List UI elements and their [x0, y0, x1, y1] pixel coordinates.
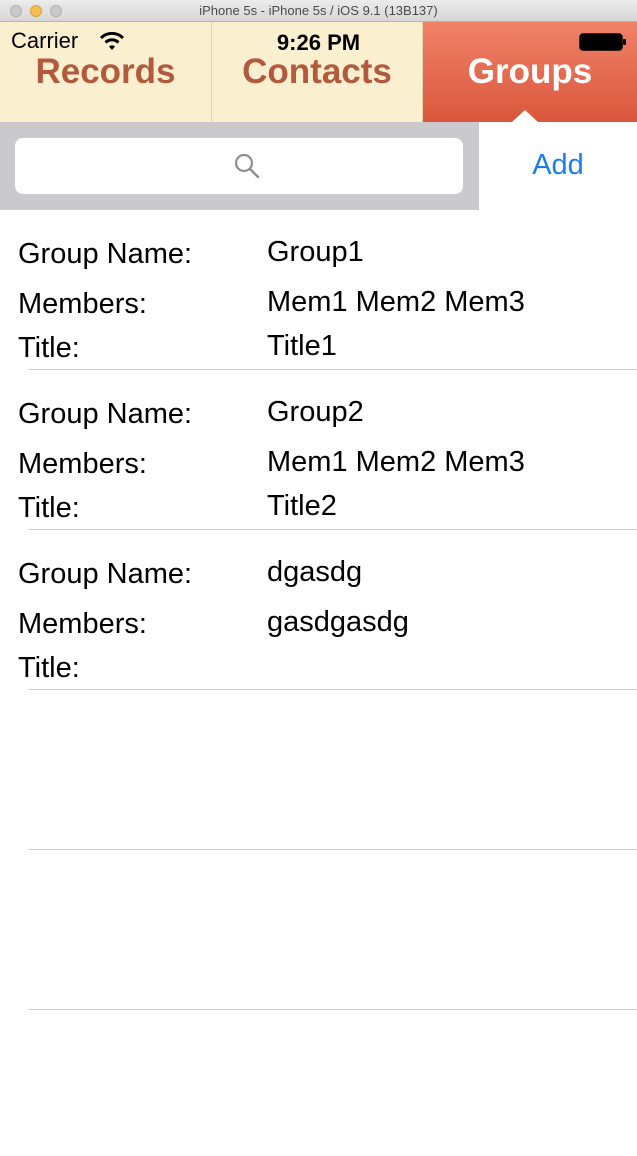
empty-row [0, 690, 637, 850]
search-icon [234, 153, 260, 179]
group-name-value: dgasdg [267, 556, 363, 588]
group-name-value: Group1 [267, 236, 364, 268]
members-value: gasdgasdg [267, 606, 409, 638]
tab-groups-label: Groups [467, 52, 593, 91]
search-input[interactable] [15, 138, 463, 194]
add-button[interactable]: Add [479, 149, 637, 182]
members-label: Members: [18, 608, 147, 640]
group-row[interactable]: Group Name: Group2 Members: Mem1 Mem2 Me… [0, 370, 637, 530]
add-area: Add [479, 122, 637, 210]
group-name-label: Group Name: [18, 558, 193, 590]
tab-records-label: Records [35, 52, 176, 91]
members-label: Members: [18, 448, 147, 480]
group-row[interactable]: Group Name: dgasdg Members: gasdgasdg Ti… [0, 530, 637, 690]
title-label: Title: [18, 332, 80, 364]
title-label: Title: [18, 652, 80, 684]
battery-icon [579, 33, 626, 51]
title-value: Title2 [267, 490, 337, 522]
row-separator [29, 1009, 637, 1010]
title-label: Title: [18, 492, 80, 524]
simulator-titlebar: iPhone 5s - iPhone 5s / iOS 9.1 (13B137) [0, 0, 637, 22]
search-bar [0, 122, 479, 210]
window-title: iPhone 5s - iPhone 5s / iOS 9.1 (13B137) [199, 3, 438, 18]
selected-tab-pointer [512, 110, 538, 122]
status-time: 9:26 PM [276, 30, 361, 55]
groups-list: Group Name: Group1 Members: Mem1 Mem2 Me… [0, 210, 637, 1010]
tab-contacts-label: Contacts [242, 52, 392, 91]
members-value: Mem1 Mem2 Mem3 [267, 286, 525, 318]
empty-row [0, 850, 637, 1010]
group-name-label: Group Name: [18, 398, 193, 430]
group-name-value: Group2 [267, 396, 364, 428]
group-row[interactable]: Group Name: Group1 Members: Mem1 Mem2 Me… [0, 210, 637, 370]
members-value: Mem1 Mem2 Mem3 [267, 446, 525, 478]
members-label: Members: [18, 288, 147, 320]
group-name-label: Group Name: [18, 238, 193, 270]
title-value: Title1 [267, 330, 337, 362]
